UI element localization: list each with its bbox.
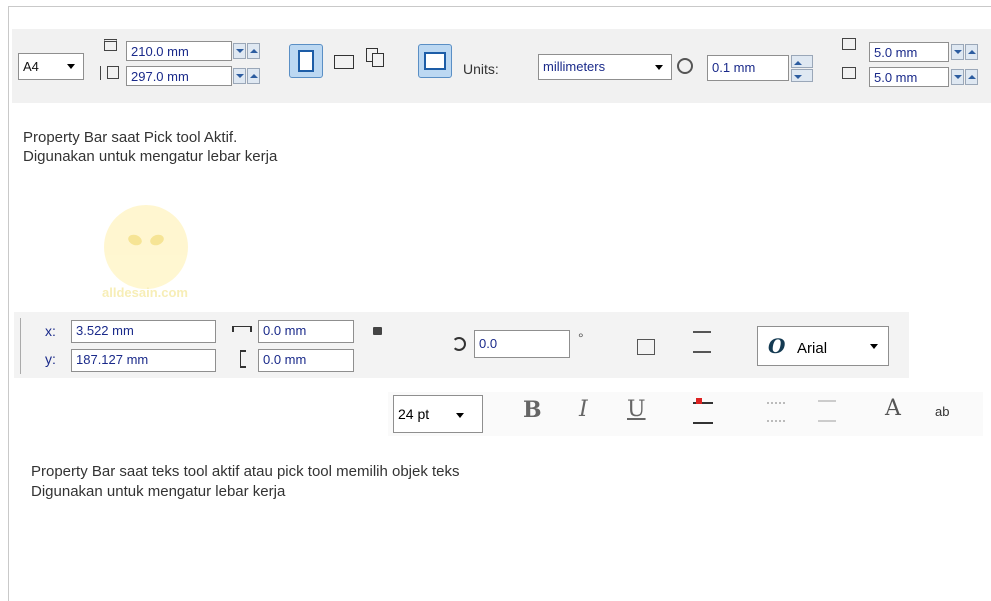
rotation-icon: [452, 337, 466, 351]
watermark-logo: [104, 205, 188, 289]
duplicate-y-value: 5.0 mm: [874, 70, 918, 85]
bullet-list-icon[interactable]: [767, 402, 785, 422]
bar-grip: [20, 318, 21, 374]
object-width-value: 0.0 mm: [263, 323, 307, 338]
x-position-field[interactable]: 3.522 mm: [71, 320, 216, 343]
lock-ratio-icon[interactable]: [373, 327, 382, 335]
dup-y-spin-down[interactable]: [951, 69, 964, 85]
dup-x-spin-down[interactable]: [951, 44, 964, 60]
chevron-down-icon: [67, 64, 75, 69]
portrait-button[interactable]: [289, 44, 323, 78]
paper-size-value: A4: [23, 59, 39, 74]
rotation-value: 0.0: [479, 336, 498, 351]
rotation-field[interactable]: 0.0: [474, 330, 570, 358]
caption-text-line1: Property Bar saat teks tool aktif atau p…: [31, 463, 460, 480]
object-height-value: 0.0 mm: [263, 352, 307, 367]
height-arrow-icon: [240, 350, 246, 368]
italic-icon[interactable]: I: [579, 397, 588, 422]
nudge-spin-up[interactable]: [791, 55, 813, 68]
paper-size-dropdown[interactable]: A4: [18, 53, 84, 80]
nudge-icon: [677, 58, 693, 74]
chevron-down-icon: [870, 344, 878, 349]
y-position-value: 187.127 mm: [76, 352, 149, 367]
nudge-value: 0.1 mm: [712, 60, 756, 75]
dup-x-spin-up[interactable]: [965, 44, 978, 60]
font-name-value: Arial: [797, 340, 828, 357]
text-alignment-icon[interactable]: [693, 402, 713, 424]
nudge-spin-down[interactable]: [791, 69, 813, 82]
paper-height-value: 297.0 mm: [131, 69, 189, 84]
facing-pages-icon: [424, 52, 446, 70]
x-label: x:: [45, 323, 56, 339]
units-label: Units:: [463, 61, 499, 77]
window-frame-left: [8, 6, 9, 601]
duplicate-x-value: 5.0 mm: [874, 45, 918, 60]
opentype-font-icon: O: [768, 334, 786, 358]
mirror-horizontal-icon[interactable]: [637, 339, 655, 355]
page-layout-button[interactable]: [418, 44, 452, 78]
y-position-field[interactable]: 187.127 mm: [71, 349, 216, 372]
object-width-field[interactable]: 0.0 mm: [258, 320, 354, 343]
font-list-dropdown[interactable]: O Arial: [757, 326, 889, 366]
duplicate-y-icon: [842, 67, 856, 79]
font-size-value: 24 pt: [398, 406, 430, 422]
bold-icon[interactable]: B: [523, 397, 542, 423]
alignment-none-marker-icon: [696, 398, 702, 404]
mirror-vertical-icon[interactable]: [693, 331, 711, 353]
width-arrow-icon: [232, 326, 252, 332]
paper-width-field[interactable]: 210.0 mm: [126, 41, 232, 61]
height-spin-down[interactable]: [233, 68, 246, 84]
dup-y-spin-up[interactable]: [965, 69, 978, 85]
landscape-button[interactable]: [334, 55, 354, 69]
portrait-icon: [298, 50, 314, 72]
duplicate-y-field[interactable]: 5.0 mm: [869, 67, 949, 87]
width-spin-down[interactable]: [233, 43, 246, 59]
y-label: y:: [45, 351, 56, 367]
height-spin-up[interactable]: [247, 68, 260, 84]
watermark-text: alldesain.com: [102, 285, 188, 300]
duplicate-x-field[interactable]: 5.0 mm: [869, 42, 949, 62]
width-spin-up[interactable]: [247, 43, 260, 59]
chevron-down-icon: [456, 413, 464, 418]
font-size-dropdown[interactable]: 24 pt: [393, 395, 483, 433]
units-value: millimeters: [543, 59, 606, 74]
paper-width-icon: [104, 39, 117, 51]
caption-pick-line1: Property Bar saat Pick tool Aktif.: [23, 129, 238, 146]
paper-height-field[interactable]: 297.0 mm: [126, 66, 232, 86]
chevron-down-icon: [655, 65, 663, 70]
caption-pick-line2: Digunakan untuk mengatur lebar kerja: [23, 148, 278, 165]
object-height-field[interactable]: 0.0 mm: [258, 349, 354, 372]
character-formatting-icon[interactable]: A: [885, 396, 901, 421]
paper-width-value: 210.0 mm: [131, 44, 189, 59]
edit-text-icon[interactable]: ab: [935, 404, 949, 419]
x-position-value: 3.522 mm: [76, 323, 134, 338]
current-page-icon[interactable]: [372, 53, 384, 67]
nudge-field[interactable]: 0.1 mm: [707, 55, 789, 81]
underline-icon[interactable]: U: [627, 397, 646, 422]
window-frame-top: [8, 6, 991, 7]
paper-height-icon: [107, 66, 119, 79]
degree-symbol: °: [578, 330, 584, 346]
duplicate-x-icon: [842, 38, 856, 50]
caption-text-line2: Digunakan untuk mengatur lebar kerja: [31, 483, 286, 500]
drop-cap-icon[interactable]: [818, 400, 836, 422]
units-dropdown[interactable]: millimeters: [538, 54, 672, 80]
paper-height-arrow-icon: [100, 66, 106, 80]
